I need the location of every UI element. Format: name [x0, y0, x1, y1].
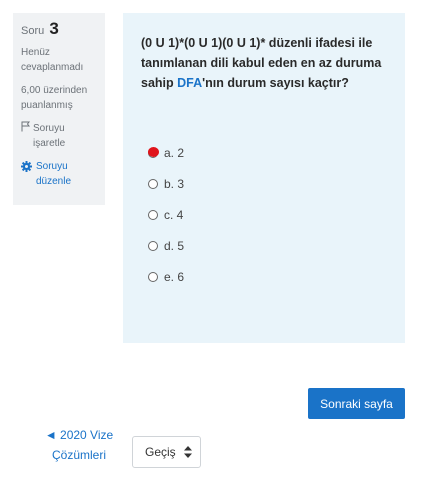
jump-to-select[interactable]: Geçiş — [132, 436, 201, 468]
answer-d-label: d. 5 — [164, 238, 185, 253]
answer-e-radio[interactable] — [148, 271, 158, 282]
answer-e-label: e. 6 — [164, 269, 185, 284]
flag-question-link[interactable]: Soruyu işaretle — [21, 121, 99, 151]
answer-a-label: a. 2 — [164, 145, 185, 160]
sort-arrows-icon — [183, 446, 192, 458]
flag-icon — [21, 121, 30, 132]
edit-question-link[interactable]: Soruyu düzenle — [21, 159, 99, 189]
question-points: 6,00 üzerinden puanlanmış — [21, 85, 88, 111]
answer-b-radio[interactable] — [148, 178, 158, 189]
answer-option-e[interactable]: e. 6 — [148, 261, 391, 292]
question-label: Soru — [21, 25, 45, 37]
answer-option-d[interactable]: d. 5 — [148, 230, 391, 261]
answer-option-a[interactable]: a. 2 — [148, 137, 391, 168]
answer-c-label: c. 4 — [164, 207, 184, 222]
question-number-line: Soru 3 — [21, 19, 99, 39]
edit-question-label: Soruyu düzenle — [36, 161, 72, 187]
gear-icon — [21, 161, 32, 172]
answer-status: Henüz cevaplanmadı — [21, 47, 84, 73]
question-text: (0 U 1)*(0 U 1)(0 U 1)* düzenli ifadesi … — [141, 33, 391, 93]
answer-option-c[interactable]: c. 4 — [148, 199, 391, 230]
next-page-button[interactable]: Sonraki sayfa — [308, 388, 405, 419]
flag-question-label: Soruyu işaretle — [33, 123, 66, 149]
question-info-panel: Soru 3 Henüz cevaplanmadı 6,00 üzerinden… — [13, 13, 105, 205]
answer-options: a. 2 b. 3 c. 4 d. 5 e. 6 — [141, 137, 391, 292]
previous-activity-link[interactable]: ◄ 2020 Vize Çözümleri — [44, 425, 114, 465]
question-text-highlight: DFA — [177, 76, 203, 90]
answer-a-radio[interactable] — [148, 146, 159, 158]
answer-option-b[interactable]: b. 3 — [148, 168, 391, 199]
question-panel: (0 U 1)*(0 U 1)(0 U 1)* düzenli ifadesi … — [123, 13, 405, 343]
question-number: 3 — [49, 19, 59, 38]
jump-to-label: Geçiş — [145, 445, 176, 459]
answer-b-label: b. 3 — [164, 176, 185, 191]
question-text-end: 'nın durum sayısı kaçtır? — [202, 76, 349, 90]
answer-c-radio[interactable] — [148, 209, 158, 220]
answer-d-radio[interactable] — [148, 240, 158, 251]
